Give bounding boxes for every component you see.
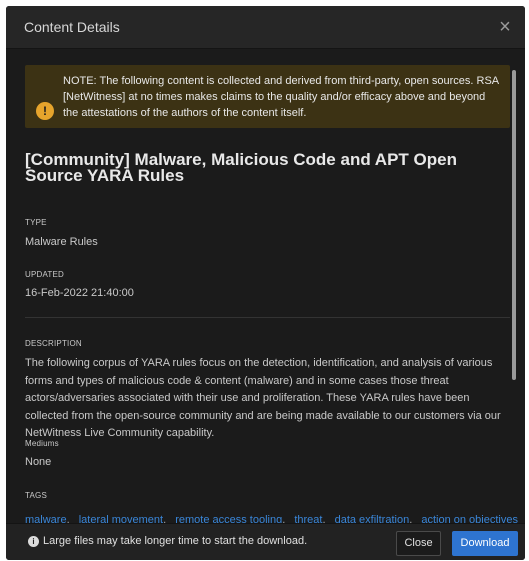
mediums-value: None bbox=[25, 456, 52, 468]
content-title: [Community] Malware, Malicious Code and … bbox=[25, 150, 457, 185]
tags-list: malware, lateral movement, remote access… bbox=[25, 514, 518, 523]
close-icon[interactable]: × bbox=[493, 15, 517, 39]
info-icon: i bbox=[28, 536, 39, 547]
description-text: The following corpus of YARA rules focus… bbox=[25, 357, 501, 439]
warning-icon: ! bbox=[36, 102, 54, 120]
updated-value: 16-Feb-2022 21:40:00 bbox=[25, 287, 134, 299]
tag-link[interactable]: remote access tooling bbox=[175, 514, 282, 523]
tags-label: TAGS bbox=[25, 491, 47, 500]
tag-link[interactable]: malware bbox=[25, 514, 67, 523]
disclaimer-text: NOTE: The following content is collected… bbox=[63, 75, 499, 119]
description-label: DESCRIPTION bbox=[25, 339, 82, 348]
modal-title: Content Details bbox=[24, 19, 120, 35]
close-button[interactable]: Close bbox=[396, 531, 441, 556]
type-label: TYPE bbox=[25, 218, 47, 227]
tag-link[interactable]: threat bbox=[294, 514, 322, 523]
tag-link[interactable]: lateral movement bbox=[79, 514, 163, 523]
updated-label: UPDATED bbox=[25, 270, 65, 279]
download-hint: Large files may take longer time to star… bbox=[43, 535, 308, 547]
tag-link[interactable]: data exfiltration bbox=[335, 514, 410, 523]
modal-body[interactable]: ! NOTE: The following content is collect… bbox=[6, 49, 525, 523]
scrollbar-thumb[interactable] bbox=[512, 70, 516, 380]
disclaimer-notice: ! NOTE: The following content is collect… bbox=[25, 65, 510, 128]
content-details-modal: Content Details × ! NOTE: The following … bbox=[6, 6, 525, 560]
mediums-label: Mediums bbox=[25, 439, 59, 448]
modal-header: Content Details × bbox=[6, 6, 525, 49]
modal-footer: i Large files may take longer time to st… bbox=[6, 523, 525, 560]
download-button[interactable]: Download bbox=[452, 531, 518, 556]
section-divider bbox=[25, 317, 510, 318]
type-value: Malware Rules bbox=[25, 236, 98, 248]
tag-link[interactable]: action on objectives bbox=[421, 514, 518, 523]
